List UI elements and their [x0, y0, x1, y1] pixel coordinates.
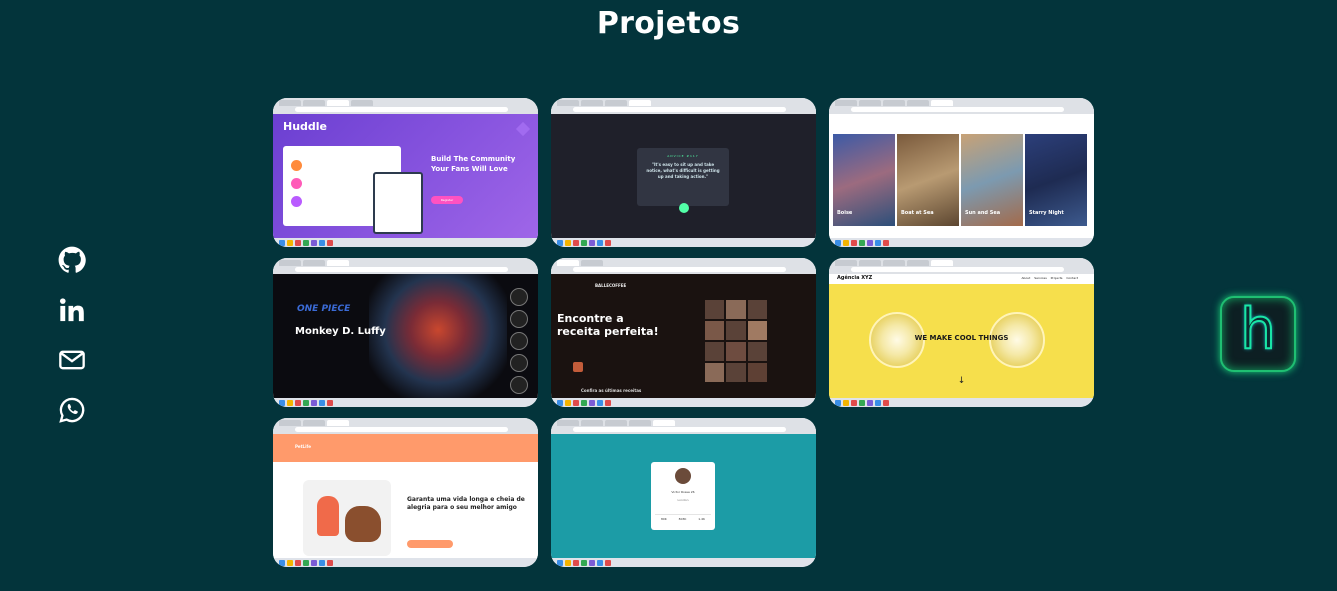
- logo-badge[interactable]: h: [1220, 296, 1296, 372]
- browser-chrome: [273, 98, 538, 114]
- profile-stats: 80K 803K 1.4K: [655, 514, 711, 521]
- mail-icon: [59, 350, 85, 370]
- linkedin-icon: [59, 298, 84, 322]
- taskbar: [273, 398, 538, 407]
- one-piece-logo: ONE PIECE: [297, 304, 351, 314]
- project-preview: ONE PIECE Monkey D. Luffy: [273, 274, 538, 398]
- advice-quote: "It's easy to sit up and take notice, wh…: [646, 162, 720, 179]
- coffee-brand: BALLECOFFEE: [595, 283, 627, 288]
- advice-label: ADVICE #117: [667, 154, 699, 158]
- project-card-coffee[interactable]: BALLECOFFEE Encontre a receita perfeita!…: [551, 258, 816, 407]
- project-preview: Agência XYZ About Services Projects Cont…: [829, 274, 1094, 398]
- project-card-agency[interactable]: Agência XYZ About Services Projects Cont…: [829, 258, 1094, 407]
- jolly-roger-icon: [510, 354, 528, 372]
- character-name: Monkey D. Luffy: [295, 326, 386, 337]
- stat-photos: 1.4K: [698, 517, 706, 521]
- illustration-dog: [345, 506, 381, 542]
- project-preview: BALLECOFFEE Encontre a receita perfeita!…: [551, 274, 816, 398]
- jolly-roger-icon: [510, 376, 528, 394]
- taskbar: [551, 398, 816, 407]
- coffee-gallery: [705, 300, 767, 382]
- project-preview: Victor Rosse 26 London 80K 803K 1.4K: [551, 434, 816, 558]
- mockup-phone: [373, 172, 423, 234]
- browser-chrome: [273, 258, 538, 274]
- browser-chrome: [551, 258, 816, 274]
- projects-grid: Huddle Build The Community Your Fans Wil…: [273, 98, 1094, 567]
- browser-chrome: [829, 258, 1094, 274]
- agency-nav: About Services Projects Contact: [1021, 276, 1078, 280]
- logo-letter: h: [1239, 297, 1277, 362]
- nav-item: Contact: [1066, 276, 1078, 280]
- taskbar: [551, 238, 816, 247]
- painting-title: Boat at Sea: [901, 210, 934, 216]
- profile-name: Victor Rosse 26: [671, 490, 695, 494]
- huddle-headline: Build The Community Your Fans Will Love: [431, 155, 516, 173]
- huddle-logo: Huddle: [283, 120, 328, 133]
- project-card-one-piece[interactable]: ONE PIECE Monkey D. Luffy: [273, 258, 538, 407]
- illustration-person: [317, 496, 339, 536]
- coffee-headline: Encontre a receita perfeita!: [557, 312, 659, 338]
- agency-brand: Agência XYZ: [837, 275, 873, 281]
- profile-location: London: [677, 498, 689, 502]
- project-card-profile[interactable]: Victor Rosse 26 London 80K 803K 1.4K: [551, 418, 816, 567]
- painting-title: Boise: [837, 210, 853, 216]
- huddle-register-button: Register: [431, 196, 463, 204]
- browser-chrome: [551, 98, 816, 114]
- linkedin-link[interactable]: [58, 296, 86, 324]
- decor-square: [515, 121, 531, 137]
- browser-chrome: [273, 418, 538, 434]
- advice-box: ADVICE #117 "It's easy to sit up and tak…: [637, 148, 729, 213]
- project-preview: ADVICE #117 "It's easy to sit up and tak…: [551, 114, 816, 238]
- jolly-roger-icon: [510, 288, 528, 306]
- taskbar: [829, 398, 1094, 407]
- taskbar: [829, 238, 1094, 247]
- browser-chrome: [829, 98, 1094, 114]
- page-title: Projetos: [596, 6, 741, 41]
- github-icon: [58, 246, 86, 273]
- dice-button: [679, 203, 689, 213]
- coffee-button: [573, 362, 583, 372]
- taskbar: [273, 558, 538, 567]
- nav-item: Projects: [1050, 276, 1063, 280]
- profile-card: Victor Rosse 26 London 80K 803K 1.4K: [651, 462, 715, 530]
- project-card-huddle[interactable]: Huddle Build The Community Your Fans Wil…: [273, 98, 538, 247]
- taskbar: [551, 558, 816, 567]
- project-card-gallery[interactable]: Boise Boat at Sea Sun and Sea Starry Nig…: [829, 98, 1094, 247]
- painting-title: Starry Night: [1029, 210, 1064, 216]
- jolly-roger-icon: [510, 310, 528, 328]
- stat-likes: 803K: [678, 517, 687, 521]
- painting: Sun and Sea: [961, 134, 1023, 226]
- project-preview: Boise Boat at Sea Sun and Sea Starry Nig…: [829, 114, 1094, 238]
- scroll-arrow-icon: ↓: [957, 376, 966, 386]
- painting-title: Sun and Sea: [965, 210, 1001, 216]
- avatar: [675, 468, 691, 484]
- github-link[interactable]: [58, 246, 86, 274]
- social-links: [58, 246, 88, 446]
- browser-chrome: [551, 418, 816, 434]
- pet-brand: PetLife: [295, 444, 311, 449]
- project-preview: PetLife Garanta uma vida longa e cheia d…: [273, 434, 538, 558]
- project-preview: Huddle Build The Community Your Fans Wil…: [273, 114, 538, 238]
- pet-navbar: PetLife: [273, 434, 538, 462]
- nav-item: About: [1021, 276, 1031, 280]
- agency-tagline: WE MAKE COOL THINGS: [914, 334, 1009, 342]
- pet-cta-button: [407, 540, 453, 548]
- email-link[interactable]: [58, 346, 86, 374]
- whatsapp-link[interactable]: [58, 396, 86, 424]
- nav-item: Services: [1034, 276, 1047, 280]
- pet-headline: Garanta uma vida longa e cheia de alegri…: [407, 496, 525, 511]
- taskbar: [273, 238, 538, 247]
- project-card-advice[interactable]: ADVICE #117 "It's easy to sit up and tak…: [551, 98, 816, 247]
- whatsapp-icon: [59, 397, 85, 423]
- painting: Starry Night: [1025, 134, 1087, 226]
- luffy-artwork: [369, 274, 507, 398]
- painting: Boat at Sea: [897, 134, 959, 226]
- painting: Boise: [833, 134, 895, 226]
- agency-navbar: Agência XYZ About Services Projects Cont…: [829, 274, 1094, 284]
- coffee-subheading: Confira as últimas receitas: [581, 388, 642, 393]
- jolly-roger-icon: [510, 332, 528, 350]
- project-card-pet[interactable]: PetLife Garanta uma vida longa e cheia d…: [273, 418, 538, 567]
- stat-followers: 80K: [660, 517, 667, 521]
